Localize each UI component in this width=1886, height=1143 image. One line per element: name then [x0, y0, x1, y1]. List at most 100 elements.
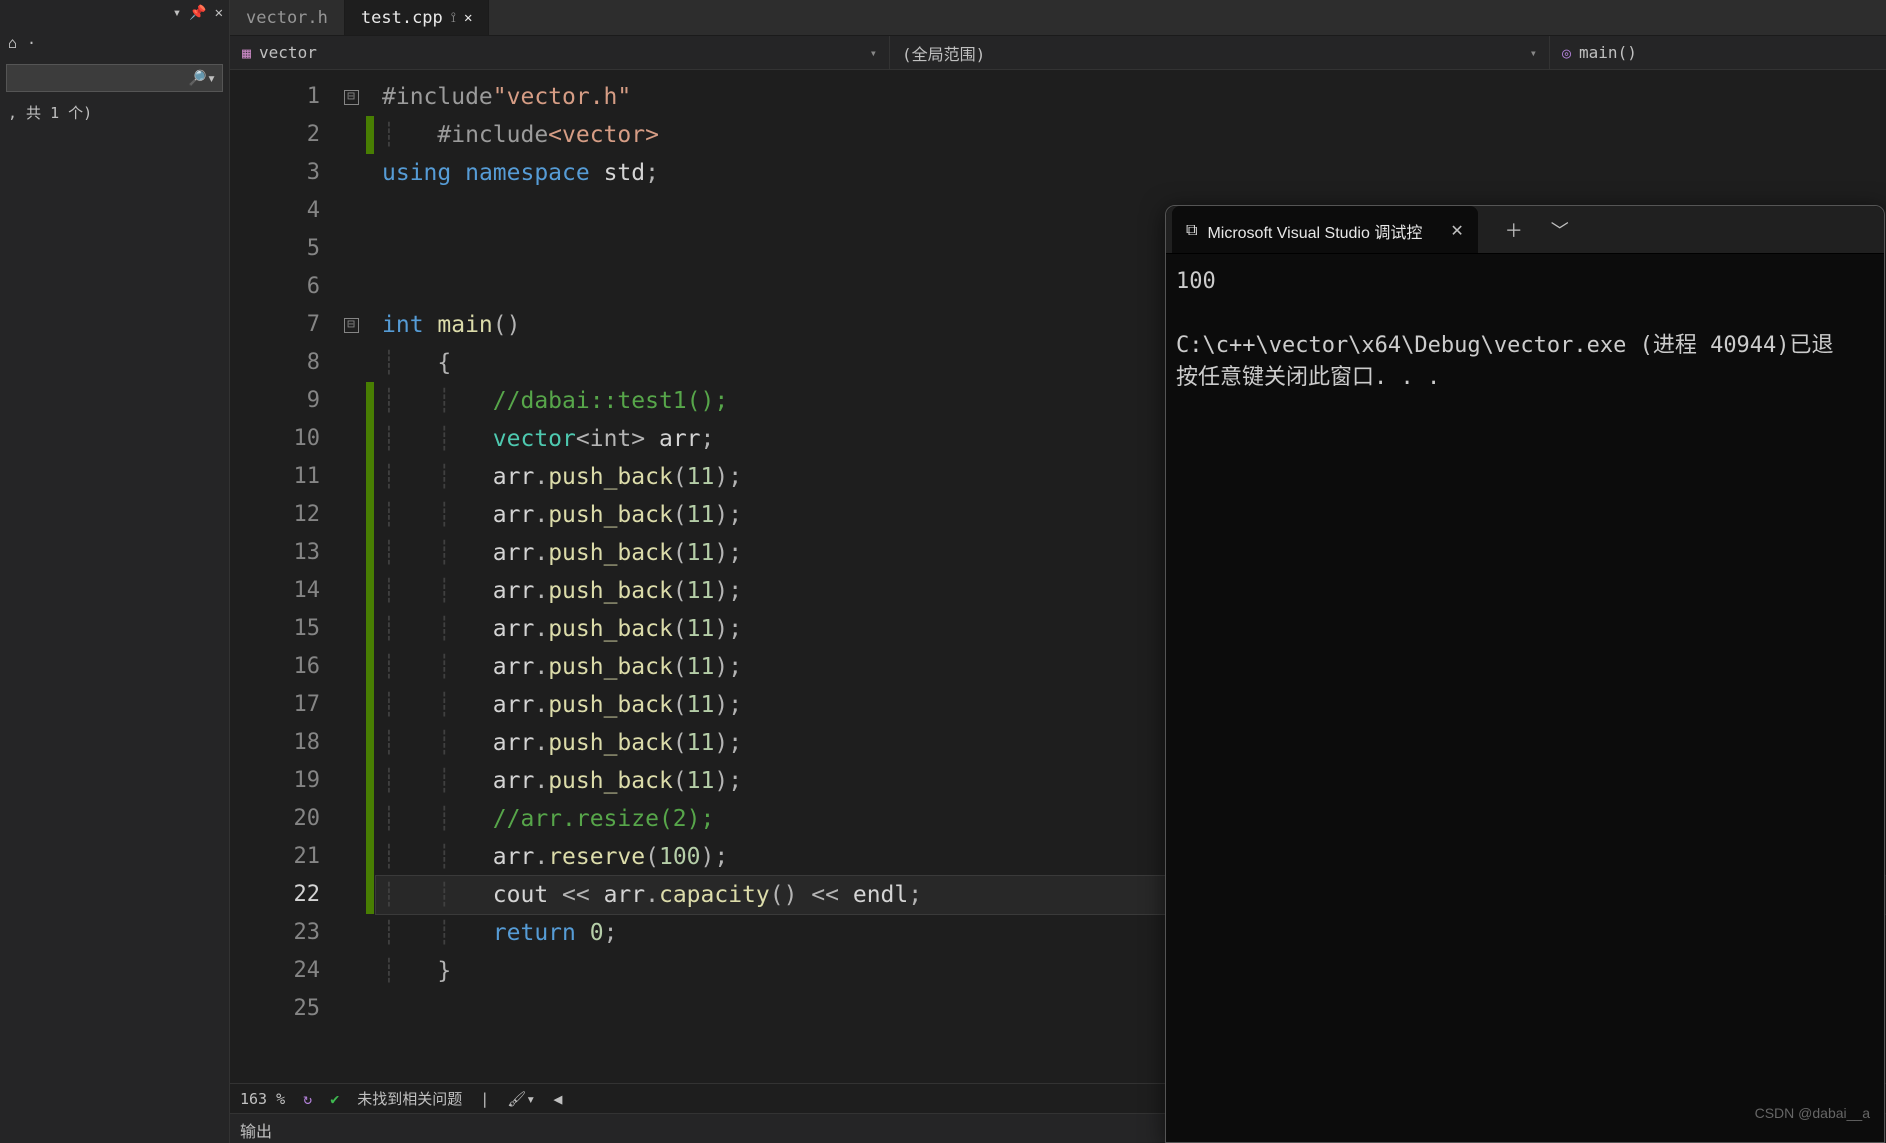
- search-input[interactable]: 🔎▾: [6, 64, 223, 92]
- fold-cell: [338, 344, 364, 382]
- change-marker: [366, 648, 374, 686]
- fold-cell: [338, 914, 364, 952]
- line-number-gutter: 1234567891011121314151617181920212223242…: [230, 70, 338, 1083]
- fold-cell: [338, 686, 364, 724]
- search-row: 🔎▾: [0, 60, 229, 96]
- code-nav-bar: ▦ vector ▾ (全局范围) ▾ ◎ main(): [230, 36, 1886, 70]
- code-line[interactable]: using namespace std;: [376, 154, 1886, 192]
- home-icon[interactable]: ⌂: [8, 34, 17, 52]
- change-marker: [364, 914, 376, 952]
- nav-member-label: main(): [1579, 43, 1637, 62]
- line-number: 7: [230, 306, 338, 344]
- editor-tabs: vector.h test.cpp ⟟ ✕: [230, 0, 1886, 36]
- zoom-level[interactable]: 163 %: [240, 1090, 285, 1108]
- debug-titlebar[interactable]: ⧉ Microsoft Visual Studio 调试控 ✕ ＋ ﹀: [1166, 206, 1884, 254]
- tab-label: test.cpp: [361, 8, 443, 28]
- new-tab-button[interactable]: ＋: [1494, 214, 1534, 246]
- line-number: 13: [230, 534, 338, 572]
- chevron-down-icon: ▾: [870, 46, 877, 60]
- fold-toggle[interactable]: ⊟: [344, 90, 359, 105]
- change-marker: [364, 306, 376, 344]
- nav-project-dropdown[interactable]: ▦ vector ▾: [230, 36, 890, 69]
- line-number: 8: [230, 344, 338, 382]
- change-marker: [366, 534, 374, 572]
- panel-action-row: ⌂ ·: [0, 26, 229, 60]
- fold-cell: [338, 610, 364, 648]
- close-icon[interactable]: ✕: [464, 10, 472, 26]
- fold-cell: [338, 496, 364, 534]
- change-marker: [364, 344, 376, 382]
- fold-column: ⊟⊟: [338, 70, 364, 1083]
- nav-scope-dropdown[interactable]: (全局范围) ▾: [890, 36, 1550, 69]
- close-icon[interactable]: ✕: [1450, 221, 1463, 241]
- code-line[interactable]: ┊ #include<vector>: [376, 116, 1886, 154]
- change-marker: [366, 838, 374, 876]
- line-number: 12: [230, 496, 338, 534]
- fold-cell: [338, 230, 364, 268]
- refresh-icon[interactable]: ↻: [303, 1090, 312, 1108]
- debug-console-tab[interactable]: ⧉ Microsoft Visual Studio 调试控 ✕: [1172, 206, 1478, 253]
- fold-cell: [338, 876, 364, 914]
- change-marker: [366, 572, 374, 610]
- line-number: 18: [230, 724, 338, 762]
- tab-test-cpp[interactable]: test.cpp ⟟ ✕: [345, 0, 490, 35]
- toolbar-sep: ·: [27, 34, 36, 52]
- tab-label: vector.h: [246, 8, 328, 28]
- code-line[interactable]: #include"vector.h": [376, 78, 1886, 116]
- change-marker: [364, 78, 376, 116]
- change-marker: [366, 496, 374, 534]
- line-number: 5: [230, 230, 338, 268]
- line-number: 23: [230, 914, 338, 952]
- tab-vector-h[interactable]: vector.h: [230, 0, 345, 35]
- nav-member-dropdown[interactable]: ◎ main(): [1550, 36, 1649, 69]
- issues-label[interactable]: 未找到相关问题: [357, 1088, 462, 1109]
- scroll-left-icon[interactable]: ◀: [553, 1090, 562, 1108]
- change-marker: [364, 268, 376, 306]
- line-number: 19: [230, 762, 338, 800]
- fold-cell: [338, 458, 364, 496]
- nav-scope-label: (全局范围): [902, 41, 985, 65]
- project-icon: ▦: [242, 44, 251, 62]
- line-number: 14: [230, 572, 338, 610]
- debug-console-window[interactable]: ⧉ Microsoft Visual Studio 调试控 ✕ ＋ ﹀ 100 …: [1165, 205, 1885, 1143]
- line-number: 17: [230, 686, 338, 724]
- fold-cell: [338, 534, 364, 572]
- line-number: 11: [230, 458, 338, 496]
- change-marker: [366, 762, 374, 800]
- change-marker: [366, 116, 374, 154]
- line-number: 15: [230, 610, 338, 648]
- change-marker: [366, 458, 374, 496]
- solution-explorer-panel: ▾ 📌 ✕ ⌂ · 🔎▾ , 共 1 个): [0, 0, 230, 1143]
- change-marker: [366, 800, 374, 838]
- fold-cell: ⊟: [338, 306, 364, 344]
- fold-toggle[interactable]: ⊟: [344, 318, 359, 333]
- fold-cell: [338, 192, 364, 230]
- pin-icon[interactable]: 📌: [189, 5, 206, 21]
- change-marker: [364, 230, 376, 268]
- change-marker: [366, 382, 374, 420]
- change-marker: [366, 876, 374, 914]
- line-number: 9: [230, 382, 338, 420]
- line-number: 24: [230, 952, 338, 990]
- fold-cell: [338, 572, 364, 610]
- fold-cell: [338, 952, 364, 990]
- line-number: 16: [230, 648, 338, 686]
- close-icon[interactable]: ✕: [215, 5, 223, 21]
- debug-tab-title: Microsoft Visual Studio 调试控: [1207, 219, 1422, 243]
- function-icon: ◎: [1562, 44, 1571, 62]
- panel-toolbar: ▾ 📌 ✕: [0, 0, 229, 26]
- fold-cell: [338, 116, 364, 154]
- pin-icon[interactable]: ⟟: [451, 10, 456, 26]
- fold-cell: [338, 154, 364, 192]
- fold-cell: [338, 648, 364, 686]
- brush-icon[interactable]: 🖌▾: [507, 1090, 535, 1108]
- separator: |: [480, 1090, 489, 1108]
- output-label: 输出: [240, 1122, 272, 1141]
- dropdown-icon[interactable]: ▾: [173, 5, 181, 21]
- tabs-dropdown-button[interactable]: ﹀: [1540, 214, 1580, 246]
- fold-cell: ⊟: [338, 78, 364, 116]
- search-icon: 🔎▾: [188, 69, 216, 87]
- change-indicator-column: [364, 70, 376, 1083]
- line-number: 4: [230, 192, 338, 230]
- line-number: 20: [230, 800, 338, 838]
